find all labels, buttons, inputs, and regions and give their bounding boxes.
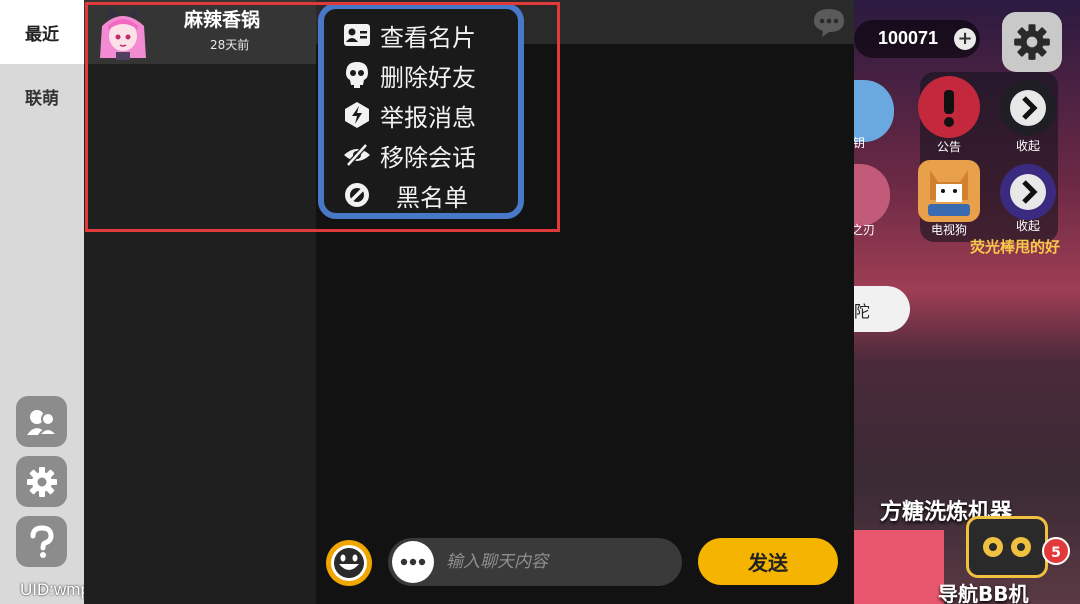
send-button[interactable]: 发送: [698, 538, 838, 585]
smiley-face-icon: [331, 545, 367, 581]
game-settings-button[interactable]: [1002, 12, 1062, 72]
quick-phrases-button[interactable]: [392, 541, 434, 583]
blade-item-icon[interactable]: [854, 164, 890, 226]
game-pill-button[interactable]: 陀: [854, 286, 910, 332]
coin-counter: 100071 +: [854, 20, 980, 58]
ellipsis-bubble-icon: [400, 558, 426, 566]
collapse-label-2: 收起: [1015, 219, 1040, 233]
friends-button[interactable]: [16, 396, 67, 447]
tab-alliance-label: 联萌: [25, 88, 59, 109]
notice-label: 公告: [936, 140, 961, 154]
tv-dog-icon[interactable]: [918, 160, 980, 222]
emoji-button[interactable]: [326, 540, 372, 586]
tab-recent-label: 最近: [25, 24, 59, 45]
tab-recent[interactable]: 最近: [0, 0, 84, 64]
dog-icon: [928, 170, 970, 216]
game-background: 100071 + 钥 公告 收起 之刃 电视狗 收起 荧光棒甩的好 陀 方糖洗炼…: [854, 0, 1080, 604]
chat-input[interactable]: [446, 538, 674, 586]
key-item-icon[interactable]: [854, 80, 894, 142]
chat-bubble-icon[interactable]: [812, 6, 846, 38]
gear-icon: [26, 466, 57, 497]
notice-icon[interactable]: [918, 76, 980, 138]
key-item-label: 钥: [854, 136, 865, 150]
pager-icon: [983, 537, 1031, 557]
chat-input-wrapper: [388, 538, 682, 586]
help-button[interactable]: [16, 516, 67, 567]
machine-graphic: [854, 530, 944, 604]
chevron-right-icon: [1010, 90, 1046, 126]
glow-stick-text: 荧光棒甩的好: [970, 238, 1061, 256]
exclamation-icon: [944, 90, 954, 127]
friends-icon: [26, 409, 59, 436]
notification-badge: 5: [1042, 537, 1070, 565]
game-pill-label: 陀: [854, 302, 871, 321]
collapse-label-1: 收起: [1015, 139, 1040, 153]
collapse-button-2[interactable]: [1000, 164, 1056, 220]
add-coins-button[interactable]: +: [954, 28, 976, 50]
nav-bb-label: 导航BB机: [938, 582, 1029, 604]
gear-icon: [1014, 24, 1050, 60]
blade-item-label: 之刃: [854, 223, 875, 237]
highlight-box: [85, 2, 560, 232]
tab-alliance[interactable]: 联萌: [0, 64, 84, 128]
chevron-right-icon: [1010, 174, 1046, 210]
tab-rail: 最近 联萌: [0, 0, 84, 604]
help-icon: [30, 524, 54, 558]
settings-button[interactable]: [16, 456, 67, 507]
bb-pager-icon[interactable]: [966, 516, 1048, 578]
collapse-button-1[interactable]: [1000, 80, 1056, 136]
coin-value: 100071: [878, 28, 939, 48]
